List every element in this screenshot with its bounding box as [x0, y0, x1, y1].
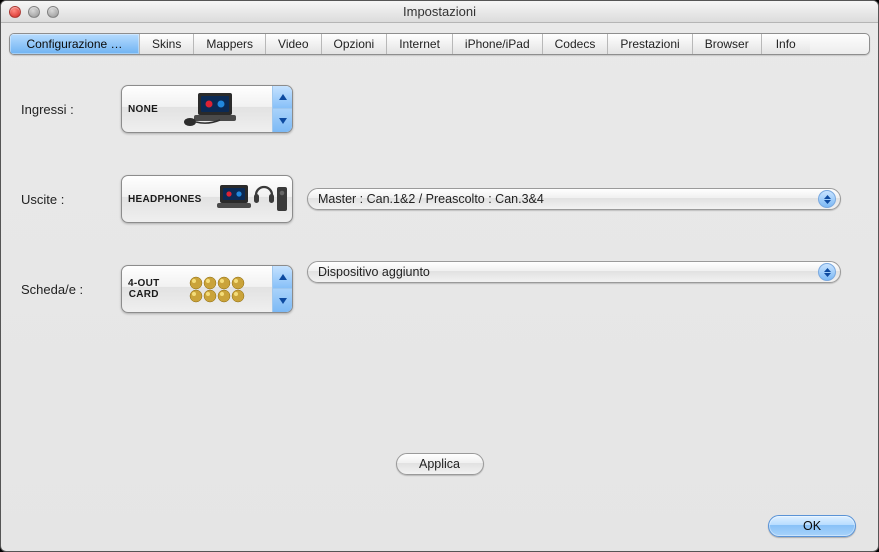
cards-device-body: 4-OUT CARD	[122, 266, 272, 312]
close-icon[interactable]	[9, 6, 21, 18]
tab-bar: Configurazione … Skins Mappers Video Opz…	[9, 33, 870, 55]
footer: OK	[1, 505, 878, 551]
tab-codecs[interactable]: Codecs	[543, 34, 609, 54]
outputs-device-body: HEADPHONES	[122, 176, 293, 222]
cards-device-selector[interactable]: 4-OUT CARD	[121, 265, 293, 313]
outputs-routing-select[interactable]: Master : Can.1&2 / Preascolto : Can.3&4	[307, 188, 841, 210]
window-title: Impostazioni	[1, 4, 878, 19]
inputs-device-selector[interactable]: NONE	[121, 85, 293, 133]
laptop-headphones-speaker-icon	[210, 179, 290, 219]
apply-button[interactable]: Applica	[396, 453, 484, 475]
titlebar: Impostazioni	[1, 1, 878, 23]
outputs-routing-value: Master : Can.1&2 / Preascolto : Can.3&4	[318, 192, 818, 206]
settings-window: Impostazioni Configurazione … Skins Mapp…	[0, 0, 879, 552]
tab-info[interactable]: Info	[762, 34, 810, 54]
cards-device-value: Dispositivo aggiunto	[318, 265, 818, 279]
label-cards: Scheda/e :	[21, 282, 121, 297]
chevron-updown-icon	[818, 190, 836, 208]
tab-opzioni[interactable]: Opzioni	[322, 34, 388, 54]
cards-spinner-down[interactable]	[273, 289, 292, 312]
window-controls	[1, 6, 59, 18]
row-cards: Scheda/e : 4-OUT CARD	[21, 265, 858, 313]
inputs-spinner-up[interactable]	[273, 86, 292, 109]
ok-button[interactable]: OK	[768, 515, 856, 537]
laptop-mouse-icon	[166, 89, 266, 129]
cards-device-text-l2: CARD	[129, 289, 159, 300]
cards-device-text: 4-OUT CARD	[128, 278, 160, 300]
content-area: Ingressi : NONE	[1, 55, 878, 505]
cards-spinner-up[interactable]	[273, 266, 292, 289]
tab-mappers[interactable]: Mappers	[194, 34, 266, 54]
tab-internet[interactable]: Internet	[387, 34, 453, 54]
inputs-spinner-down[interactable]	[273, 109, 292, 132]
inputs-device-body: NONE	[122, 86, 272, 132]
label-outputs: Uscite :	[21, 192, 121, 207]
tab-skins[interactable]: Skins	[140, 34, 194, 54]
minimize-icon[interactable]	[28, 6, 40, 18]
tab-prestazioni[interactable]: Prestazioni	[608, 34, 692, 54]
apply-wrap: Applica	[21, 453, 858, 475]
cards-device-select[interactable]: Dispositivo aggiunto	[307, 261, 841, 283]
inputs-spinner	[272, 86, 292, 132]
outputs-device-selector[interactable]: HEADPHONES	[121, 175, 293, 223]
cards-spinner	[272, 266, 292, 312]
cards-device-text-l1: 4-OUT	[128, 278, 160, 289]
zoom-icon[interactable]	[47, 6, 59, 18]
tab-configurazione[interactable]: Configurazione …	[10, 34, 140, 54]
label-inputs: Ingressi :	[21, 102, 121, 117]
tab-browser[interactable]: Browser	[693, 34, 762, 54]
tab-video[interactable]: Video	[266, 34, 321, 54]
tab-iphone-ipad[interactable]: iPhone/iPad	[453, 34, 543, 54]
row-inputs: Ingressi : NONE	[21, 85, 858, 133]
row-outputs: Uscite : HEADPHONES	[21, 175, 858, 223]
audio-jacks-icon	[168, 271, 267, 307]
inputs-device-text: NONE	[128, 104, 158, 115]
outputs-device-text: HEADPHONES	[128, 194, 202, 205]
chevron-updown-icon	[818, 263, 836, 281]
